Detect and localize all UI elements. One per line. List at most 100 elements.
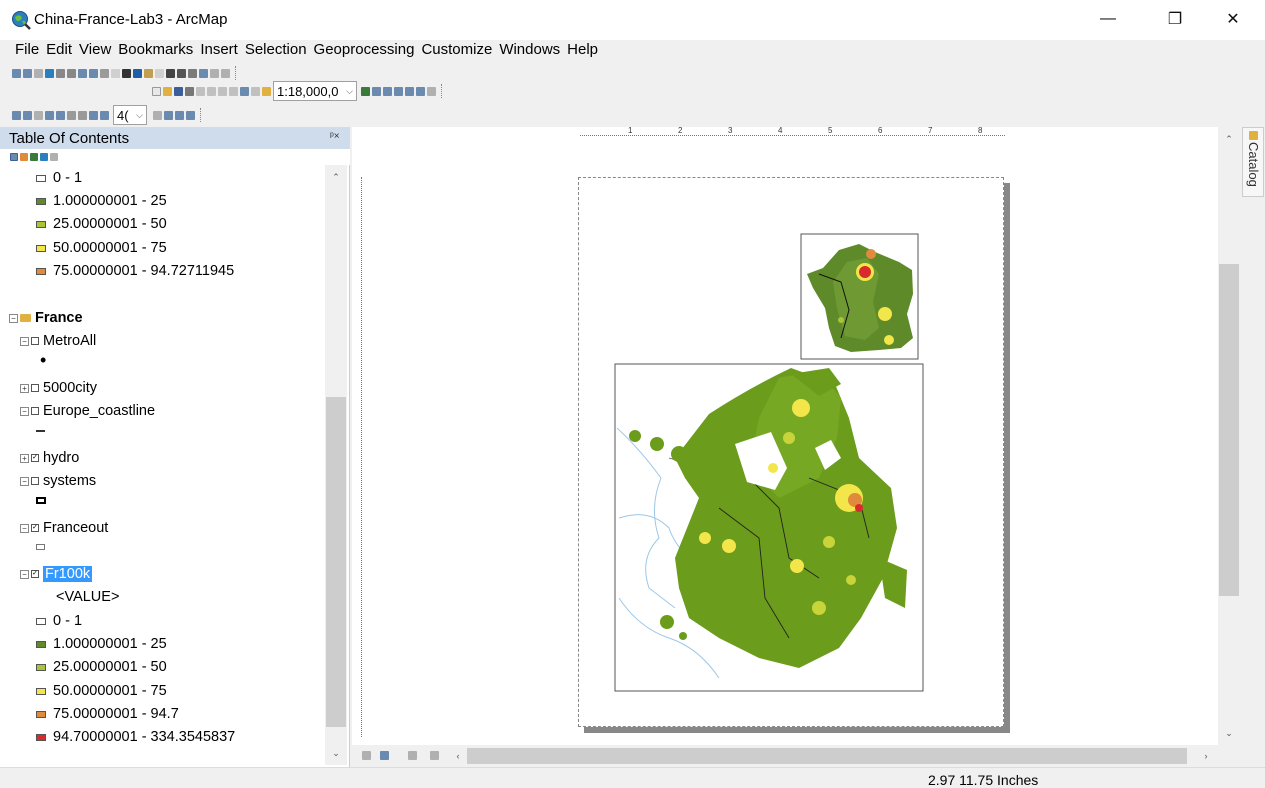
layer-visibility-checkbox-checked[interactable]: ✓ (31, 454, 39, 462)
layer-5000city[interactable]: + 5000city (20, 380, 97, 396)
catalog-side-tab[interactable]: Catalog (1242, 127, 1264, 197)
change-layout-icon[interactable] (175, 110, 184, 120)
next-extent-icon[interactable] (100, 110, 109, 120)
close-button[interactable]: ✕ (1210, 4, 1256, 34)
layer-visibility-checkbox[interactable] (31, 477, 39, 485)
layer-visibility-checkbox[interactable] (31, 407, 39, 415)
forward-icon[interactable] (89, 68, 98, 78)
data-frame-france[interactable]: − France (9, 310, 83, 326)
fixed-zoom-out-layout-icon[interactable] (78, 110, 87, 120)
zoom-100-icon[interactable] (56, 110, 65, 120)
go-to-xy-icon[interactable] (199, 68, 208, 78)
model-builder-icon[interactable] (427, 86, 436, 96)
pause-drawing-icon[interactable] (430, 751, 439, 760)
catalog-window-icon[interactable] (383, 86, 392, 96)
identify-icon[interactable] (133, 68, 142, 78)
open-icon[interactable] (163, 86, 172, 96)
layout-zoom-in-icon[interactable] (12, 110, 21, 120)
minimize-button[interactable]: — (1085, 4, 1131, 34)
scroll-up-icon[interactable]: ⌃ (326, 169, 346, 185)
fixed-zoom-out-icon[interactable] (67, 68, 76, 78)
expand-icon[interactable]: + (20, 453, 29, 463)
add-data-icon[interactable] (262, 86, 271, 96)
layout-view-icon[interactable] (380, 751, 389, 760)
data-view-icon[interactable] (362, 751, 371, 760)
cut-icon[interactable] (196, 86, 205, 96)
map-scale-combo[interactable]: 1:18,000,0 ⌵ (273, 81, 357, 101)
find-icon[interactable] (177, 68, 186, 78)
collapse-icon[interactable]: − (20, 476, 29, 486)
expand-icon[interactable]: + (20, 383, 29, 393)
menu-customize[interactable]: Customize (419, 40, 494, 62)
zoom-whole-page-icon[interactable] (45, 110, 54, 120)
fixed-zoom-in-icon[interactable] (56, 68, 65, 78)
vertical-scroll-thumb[interactable] (1219, 264, 1239, 596)
toc-scrollbar[interactable]: ⌃ ⌄ (325, 165, 347, 765)
previous-extent-icon[interactable] (89, 110, 98, 120)
layout-zoom-out-icon[interactable] (23, 110, 32, 120)
collapse-icon[interactable]: − (20, 406, 29, 416)
layer-metroall[interactable]: − MetroAll (20, 333, 96, 349)
layer-europe-coastline[interactable]: − Europe_coastline (20, 403, 155, 419)
collapse-icon[interactable]: − (20, 336, 29, 346)
paste-icon[interactable] (218, 86, 227, 96)
focus-data-frame-icon[interactable] (164, 110, 173, 120)
maximize-button[interactable]: ❐ (1152, 4, 1198, 34)
toolbar-grip[interactable] (200, 108, 203, 122)
pin-close-icon[interactable]: ᵖ× (330, 131, 340, 142)
list-by-selection-icon[interactable] (40, 153, 48, 161)
scroll-right-icon[interactable]: › (1196, 748, 1216, 764)
save-icon[interactable] (174, 86, 183, 96)
menu-selection[interactable]: Selection (243, 40, 309, 62)
list-by-visibility-icon[interactable] (30, 153, 38, 161)
menu-bookmarks[interactable]: Bookmarks (116, 40, 195, 62)
data-driven-pages-icon[interactable] (186, 110, 195, 120)
clear-selection-icon[interactable] (111, 68, 120, 78)
toolbar-grip[interactable] (235, 66, 238, 80)
zoom-percent-combo[interactable]: 4( ⌵ (113, 105, 147, 125)
search-window-icon[interactable] (394, 86, 403, 96)
layer-visibility-checkbox[interactable] (31, 384, 39, 392)
select-elements-icon[interactable] (122, 68, 131, 78)
html-popup-icon[interactable] (155, 68, 164, 78)
toc-options-icon[interactable] (50, 153, 58, 161)
layer-franceout[interactable]: − ✓ Franceout (20, 520, 108, 536)
menu-file[interactable]: File (13, 40, 41, 62)
find-route-icon[interactable] (188, 68, 197, 78)
collapse-icon[interactable]: − (20, 523, 29, 533)
toggle-draft-mode-icon[interactable] (153, 110, 162, 120)
layout-horizontal-scrollbar[interactable]: ‹ › (352, 745, 1218, 767)
time-slider-icon[interactable] (210, 68, 219, 78)
redo-icon[interactable] (251, 86, 260, 96)
menu-geoprocessing[interactable]: Geoprocessing (312, 40, 417, 62)
menu-windows[interactable]: Windows (497, 40, 562, 62)
menu-help[interactable]: Help (565, 40, 600, 62)
measure-icon[interactable] (166, 68, 175, 78)
layout-vertical-scrollbar[interactable]: ⌃ ⌄ (1218, 127, 1240, 745)
menu-view[interactable]: View (77, 40, 113, 62)
layer-visibility-checkbox[interactable] (31, 337, 39, 345)
print-icon[interactable] (185, 86, 194, 96)
pan-icon[interactable] (34, 68, 43, 78)
scroll-down-icon[interactable]: ⌄ (326, 745, 346, 761)
fixed-zoom-in-layout-icon[interactable] (67, 110, 76, 120)
layer-visibility-checkbox-checked[interactable]: ✓ (31, 570, 39, 578)
select-features-icon[interactable] (100, 68, 109, 78)
undo-icon[interactable] (240, 86, 249, 96)
layer-fr100k[interactable]: − ✓ Fr100k (20, 566, 93, 582)
toolbar-grip[interactable] (441, 84, 444, 98)
toc-window-icon[interactable] (372, 86, 381, 96)
hyperlink-icon[interactable] (144, 68, 153, 78)
delete-icon[interactable] (229, 86, 238, 96)
layer-hydro[interactable]: + ✓ hydro (20, 450, 79, 466)
list-by-source-icon[interactable] (20, 153, 28, 161)
editor-toolbar-icon[interactable] (361, 86, 370, 96)
zoom-in-icon[interactable] (12, 68, 21, 78)
horizontal-scroll-thumb[interactable] (467, 748, 1187, 764)
python-window-icon[interactable] (416, 86, 425, 96)
toc-scroll-thumb[interactable] (326, 397, 346, 727)
new-icon[interactable] (152, 86, 161, 96)
scroll-up-icon[interactable]: ⌃ (1219, 131, 1239, 147)
list-by-drawing-order-icon[interactable] (10, 153, 18, 161)
layer-visibility-checkbox-checked[interactable]: ✓ (31, 524, 39, 532)
